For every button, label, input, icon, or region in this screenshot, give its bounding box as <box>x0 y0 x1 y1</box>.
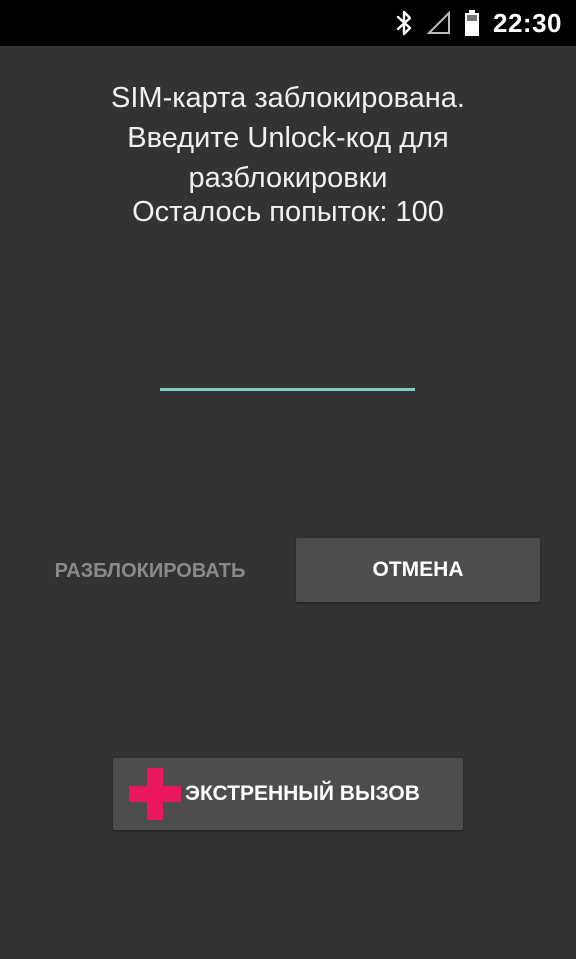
emergency-call-label: ЭКСТРЕННЫЙ ВЫЗОВ <box>185 782 420 805</box>
bluetooth-icon <box>395 10 413 36</box>
emergency-cross-icon <box>127 766 183 822</box>
status-clock: 22:30 <box>493 7 562 38</box>
message-line-2: Введите Unlock-код для <box>127 122 449 154</box>
attempts-remaining: Осталось попыток: 100 <box>132 196 444 228</box>
cancel-button[interactable]: ОТМЕНА <box>296 538 540 602</box>
battery-icon <box>465 10 479 36</box>
status-bar: 22:30 <box>0 0 576 46</box>
message-line-1: SIM-карта заблокирована. <box>111 82 465 114</box>
signal-icon <box>427 11 451 35</box>
status-icons: 22:30 <box>395 0 562 46</box>
emergency-call-button[interactable]: ЭКСТРЕННЫЙ ВЫЗОВ <box>113 758 463 830</box>
unlock-button[interactable]: РАЗБЛОКИРОВАТЬ <box>30 540 270 602</box>
sim-locked-message: SIM-карта заблокирована. Введите Unlock-… <box>0 78 576 198</box>
unlock-code-input[interactable] <box>160 348 415 391</box>
